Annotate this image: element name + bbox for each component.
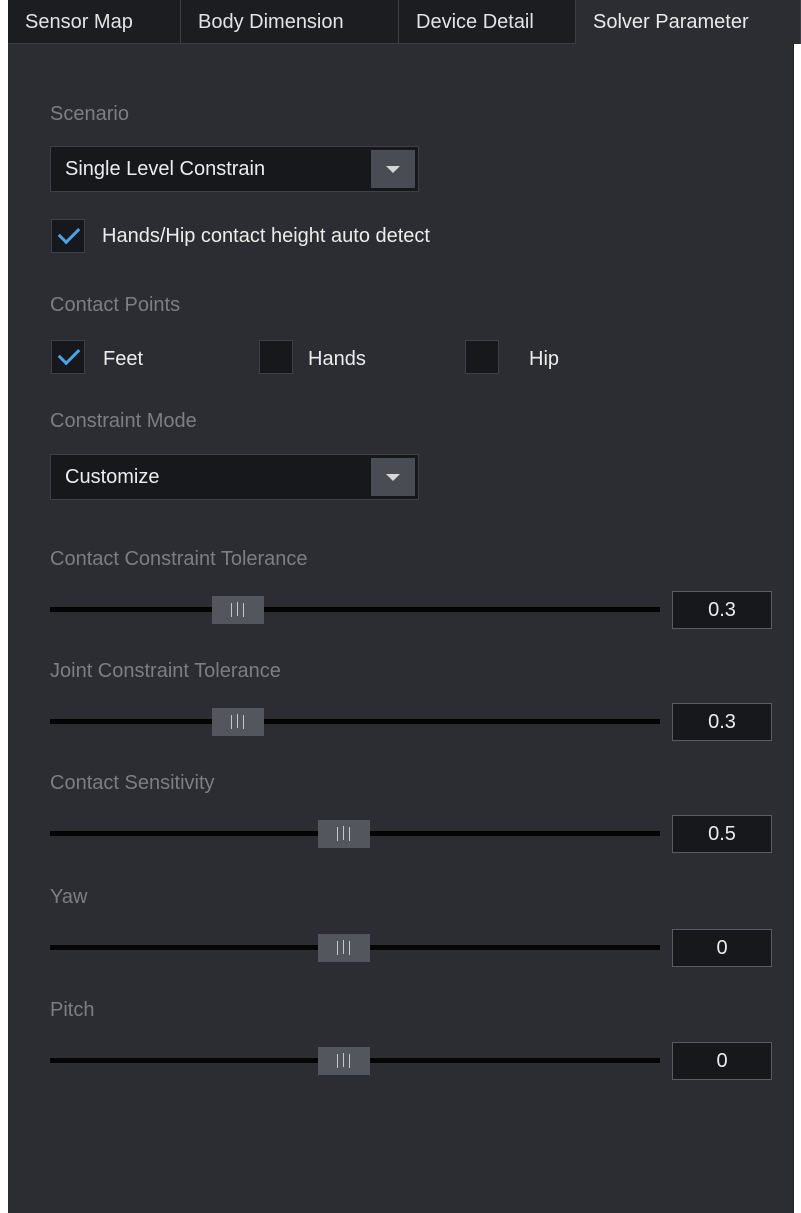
app-window: Sensor Map Body Dimension Device Detail … bbox=[0, 0, 801, 1213]
contact-sensitivity-value[interactable]: 0.5 bbox=[672, 815, 772, 853]
hip-checkbox[interactable] bbox=[465, 340, 499, 374]
grip-line bbox=[342, 826, 344, 840]
constraint-mode-dropdown-button[interactable] bbox=[371, 458, 415, 496]
hands-checkbox[interactable] bbox=[259, 340, 293, 374]
joint-constraint-tolerance-slider-track[interactable] bbox=[50, 719, 660, 724]
hip-label: Hip bbox=[529, 348, 560, 370]
grip-line bbox=[242, 603, 244, 617]
yaw-value[interactable]: 0 bbox=[672, 929, 772, 967]
auto-detect-checkbox[interactable] bbox=[51, 219, 85, 253]
grip-line bbox=[348, 1054, 350, 1068]
pitch-label: Pitch bbox=[50, 999, 95, 1021]
yaw-label: Yaw bbox=[50, 886, 88, 908]
grip-line bbox=[342, 940, 344, 954]
contact-constraint-tolerance-label: Contact Constraint Tolerance bbox=[50, 548, 308, 570]
scenario-dropdown-value: Single Level Constrain bbox=[65, 158, 266, 180]
grip-line bbox=[242, 715, 244, 729]
joint-constraint-tolerance-label: Joint Constraint Tolerance bbox=[50, 660, 281, 682]
scenario-label: Scenario bbox=[50, 103, 129, 125]
pitch-slider-handle[interactable] bbox=[317, 1047, 370, 1075]
grip-line bbox=[230, 715, 232, 729]
grip-line bbox=[230, 603, 232, 617]
grip-line bbox=[336, 827, 338, 841]
checkmark-icon bbox=[57, 342, 81, 366]
contact-points-label: Contact Points bbox=[50, 294, 181, 316]
pitch-value[interactable]: 0 bbox=[672, 1042, 772, 1080]
joint-constraint-tolerance-value[interactable]: 0.3 bbox=[672, 703, 772, 741]
tab-solver-parameter[interactable]: Solver Parameter bbox=[576, 0, 801, 44]
constraint-mode-dropdown[interactable]: Customize bbox=[50, 454, 419, 500]
hands-label: Hands bbox=[308, 348, 366, 370]
tab-sensor-map[interactable]: Sensor Map bbox=[8, 0, 181, 44]
constraint-mode-dropdown-value: Customize bbox=[65, 466, 160, 488]
checkmark-icon bbox=[57, 221, 81, 245]
tab-device-detail[interactable]: Device Detail bbox=[399, 0, 576, 44]
chevron-down-icon bbox=[386, 166, 400, 173]
grip-line bbox=[348, 827, 350, 841]
contact-constraint-tolerance-slider-track[interactable] bbox=[50, 607, 660, 612]
contact-sensitivity-slider-handle[interactable] bbox=[317, 820, 370, 848]
grip-line bbox=[336, 1054, 338, 1068]
grip-line bbox=[342, 1053, 344, 1067]
chevron-down-icon bbox=[386, 474, 400, 481]
tab-bar: Sensor Map Body Dimension Device Detail … bbox=[8, 0, 801, 44]
joint-constraint-tolerance-slider-handle[interactable] bbox=[211, 708, 264, 736]
feet-label: Feet bbox=[103, 348, 144, 370]
tab-body-dimension[interactable]: Body Dimension bbox=[181, 0, 399, 44]
feet-checkbox[interactable] bbox=[51, 340, 85, 374]
solver-parameter-panel: Scenario Single Level Constrain Hands/Hi… bbox=[8, 44, 794, 1213]
grip-line bbox=[236, 602, 238, 616]
scenario-dropdown[interactable]: Single Level Constrain bbox=[50, 146, 419, 192]
yaw-slider-handle[interactable] bbox=[317, 934, 370, 962]
auto-detect-label: Hands/Hip contact height auto detect bbox=[102, 225, 430, 247]
grip-line bbox=[348, 941, 350, 955]
contact-constraint-tolerance-value[interactable]: 0.3 bbox=[672, 591, 772, 629]
constraint-mode-label: Constraint Mode bbox=[50, 410, 197, 432]
contact-sensitivity-label: Contact Sensitivity bbox=[50, 772, 215, 794]
scenario-dropdown-button[interactable] bbox=[371, 150, 415, 188]
contact-constraint-tolerance-slider-handle[interactable] bbox=[211, 596, 264, 624]
grip-line bbox=[336, 941, 338, 955]
grip-line bbox=[236, 714, 238, 728]
